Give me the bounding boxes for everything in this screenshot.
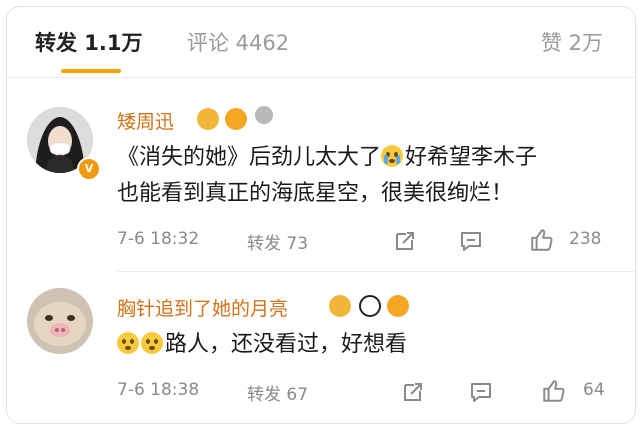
- share-icon[interactable]: [393, 229, 417, 253]
- crown-badge-icon: [329, 295, 351, 317]
- avatar[interactable]: [27, 288, 93, 354]
- like-icon[interactable]: [529, 227, 555, 253]
- comment-text: 路人，还没看过，好想看: [117, 328, 597, 362]
- active-tab-indicator: [61, 69, 121, 73]
- avatar-image: [27, 288, 93, 354]
- comment-text-part: 好希望李木子: [405, 145, 538, 170]
- panda-badge-icon: [359, 295, 381, 317]
- comment-text-line2: 也能看到真正的海底星空，很美很绚烂！: [117, 181, 514, 206]
- tab-likes[interactable]: 赞 2万: [541, 29, 603, 57]
- comment-icon[interactable]: [469, 380, 493, 404]
- comment-text-part: 路人，还没看过，好想看: [165, 332, 408, 357]
- smile-emoji-icon: [141, 332, 163, 354]
- share-icon[interactable]: [401, 380, 425, 404]
- like-icon[interactable]: [541, 378, 567, 404]
- comment-time: 7-6 18:38: [117, 380, 200, 400]
- tab-comments[interactable]: 评论 4462: [187, 29, 289, 57]
- fish-badge-icon: [387, 295, 409, 317]
- comment-icon[interactable]: [459, 229, 483, 253]
- repost-button[interactable]: 转发 67: [247, 380, 308, 405]
- like-count: 238: [569, 229, 602, 249]
- comment-panel: 转发 1.1万 评论 4462 赞 2万 V 矮周迅 《消失的她》后劲儿太大了好…: [6, 6, 636, 424]
- like-count: 64: [583, 380, 605, 400]
- crown-badge-icon: [197, 108, 219, 130]
- comment-item: 胸针追到了她的月亮 路人，还没看过，好想看 7-6 18:38 转发 67 64: [7, 272, 635, 423]
- medal-badge-icon: [255, 106, 273, 124]
- comment-text: 《消失的她》后劲儿太大了 好希望李木子: [117, 141, 617, 175]
- username[interactable]: 胸针追到了她的月亮: [117, 294, 288, 321]
- fish-badge-icon: [225, 108, 247, 130]
- username[interactable]: 矮周迅: [117, 107, 174, 134]
- repost-button[interactable]: 转发 73: [247, 229, 308, 254]
- tab-reposts[interactable]: 转发 1.1万: [35, 29, 143, 57]
- verified-badge: V: [77, 157, 101, 181]
- comment-item: V 矮周迅 《消失的她》后劲儿太大了 好希望李木子 也能看到真正的海底星空，很美很…: [7, 77, 635, 272]
- crying-emoji-icon: [381, 145, 404, 167]
- comment-time: 7-6 18:32: [117, 229, 200, 249]
- tab-bar: 转发 1.1万 评论 4462 赞 2万: [7, 7, 635, 78]
- comment-text-part: 《消失的她》后劲儿太大了: [117, 145, 382, 170]
- smile-emoji-icon: [117, 332, 139, 354]
